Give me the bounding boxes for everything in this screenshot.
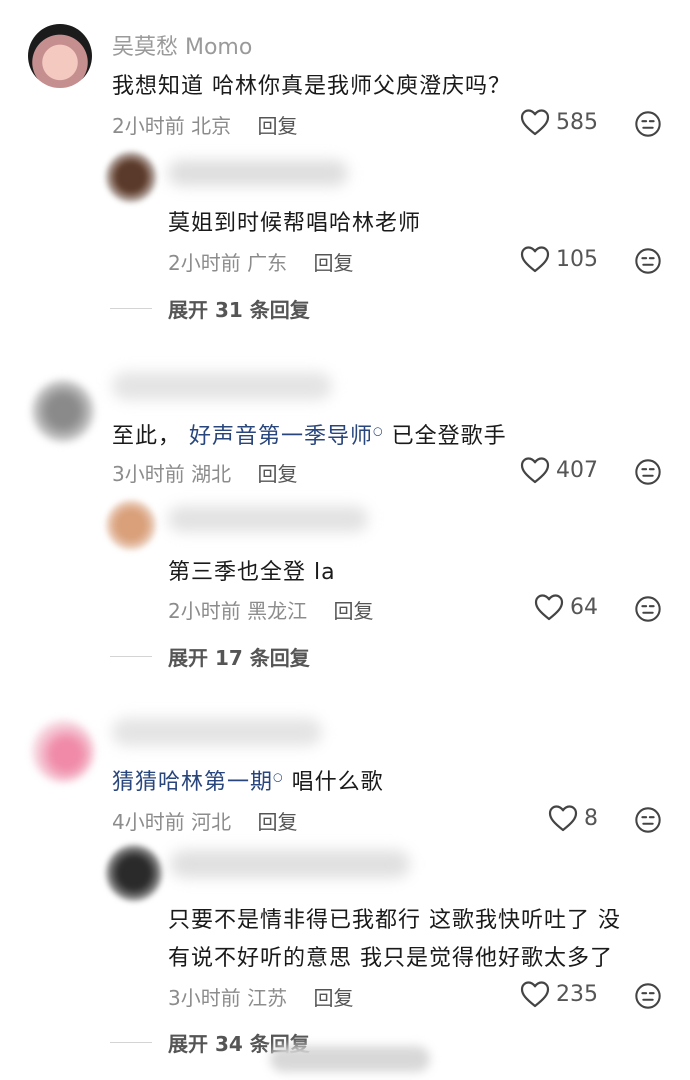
redacted-name xyxy=(170,850,410,878)
reply-location: 江苏 xyxy=(247,986,288,1010)
topic-link[interactable]: 猜猜哈林第一期 xyxy=(112,770,273,795)
reply-button[interactable]: 回复 xyxy=(333,599,373,623)
redacted-name xyxy=(168,506,368,532)
search-icon[interactable]: ○ xyxy=(373,425,384,438)
meh-face-icon[interactable] xyxy=(634,247,662,275)
comment-time: 4小时前 xyxy=(112,810,185,834)
reply-button[interactable]: 回复 xyxy=(257,462,297,486)
like-button[interactable]: 105 xyxy=(520,245,598,273)
reply-text-line1: 只要不是情非得已我都行 这歌我快听吐了 没 xyxy=(168,908,621,933)
reply-button[interactable]: 回复 xyxy=(313,251,353,275)
reply-button[interactable]: 回复 xyxy=(257,810,297,834)
reply-text: 第三季也全登 la xyxy=(168,560,336,585)
comment-meta: 4小时前 河北 回复 xyxy=(112,806,297,835)
comment-meta: 2小时前 北京 回复 xyxy=(112,110,297,139)
comment-location: 湖北 xyxy=(191,462,232,486)
reply-time: 2小时前 xyxy=(168,251,241,275)
reply-meta: 3小时前 江苏 回复 xyxy=(168,982,353,1011)
meh-face-icon[interactable] xyxy=(634,110,662,138)
reply-location: 黑龙江 xyxy=(247,599,308,623)
watermark xyxy=(270,1046,430,1072)
avatar[interactable] xyxy=(106,845,162,901)
avatar[interactable] xyxy=(28,24,92,88)
heart-outline-icon xyxy=(548,804,578,832)
like-count: 235 xyxy=(556,981,598,1007)
redacted-name xyxy=(168,160,348,186)
like-button[interactable]: 407 xyxy=(520,456,598,484)
like-button[interactable]: 585 xyxy=(520,108,598,136)
comment-location: 北京 xyxy=(191,114,232,138)
text-prefix: 至此， xyxy=(112,424,182,449)
reply-button[interactable]: 回复 xyxy=(313,986,353,1010)
avatar[interactable] xyxy=(32,720,94,782)
reply-text-line2: 有说不好听的意思 我只是觉得他好歌太多了 xyxy=(168,946,613,971)
heart-outline-icon xyxy=(520,108,550,136)
text-suffix: 唱什么歌 xyxy=(291,770,384,795)
avatar[interactable] xyxy=(106,500,156,550)
heart-outline-icon xyxy=(520,245,550,273)
reply-time: 2小时前 xyxy=(168,599,241,623)
heart-outline-icon xyxy=(520,980,550,1008)
reply-meta: 2小时前 黑龙江 回复 xyxy=(168,595,373,624)
meh-face-icon[interactable] xyxy=(634,806,662,834)
reply-text: 莫姐到时候帮唱哈林老师 xyxy=(168,211,422,236)
meh-face-icon[interactable] xyxy=(634,458,662,486)
avatar[interactable] xyxy=(32,380,94,442)
divider xyxy=(110,1042,152,1043)
expand-replies[interactable]: 展开 17 条回复 xyxy=(110,642,310,671)
like-button[interactable]: 235 xyxy=(520,980,598,1008)
redacted-name xyxy=(112,718,322,746)
expand-replies[interactable]: 展开 31 条回复 xyxy=(110,294,310,323)
meh-face-icon[interactable] xyxy=(634,595,662,623)
comment-time: 3小时前 xyxy=(112,462,185,486)
like-count: 407 xyxy=(556,457,598,483)
like-count: 105 xyxy=(556,246,598,272)
like-button[interactable]: 8 xyxy=(548,804,598,832)
reply-button[interactable]: 回复 xyxy=(257,114,297,138)
comment-author[interactable]: 吴莫愁 Momo xyxy=(112,29,252,61)
heart-outline-icon xyxy=(520,456,550,484)
like-count: 8 xyxy=(584,805,598,831)
expand-label: 展开 31 条回复 xyxy=(168,298,310,322)
reply-location: 广东 xyxy=(247,251,288,275)
comment-meta: 3小时前 湖北 回复 xyxy=(112,458,297,487)
like-button[interactable]: 64 xyxy=(534,593,598,621)
divider xyxy=(110,656,152,657)
text-suffix: 已全登歌手 xyxy=(391,424,507,449)
comment-text: 猜猜哈林第一期○ 唱什么歌 xyxy=(112,764,384,796)
reply-meta: 2小时前 广东 回复 xyxy=(168,247,353,276)
comment-text: 我想知道 哈林你真是我师父庾澄庆吗？ xyxy=(112,74,511,99)
search-icon[interactable]: ○ xyxy=(273,771,284,784)
comment-location: 河北 xyxy=(191,810,232,834)
comment-time: 2小时前 xyxy=(112,114,185,138)
comment-text: 至此， 好声音第一季导师○ 已全登歌手 xyxy=(112,418,507,450)
like-count: 64 xyxy=(570,594,598,620)
avatar[interactable] xyxy=(106,152,156,202)
heart-outline-icon xyxy=(534,593,564,621)
topic-link[interactable]: 好声音第一季导师 xyxy=(189,424,373,449)
divider xyxy=(110,308,152,309)
reply-time: 3小时前 xyxy=(168,986,241,1010)
like-count: 585 xyxy=(556,109,598,135)
redacted-name xyxy=(112,372,332,400)
meh-face-icon[interactable] xyxy=(634,982,662,1010)
expand-label: 展开 17 条回复 xyxy=(168,646,310,670)
